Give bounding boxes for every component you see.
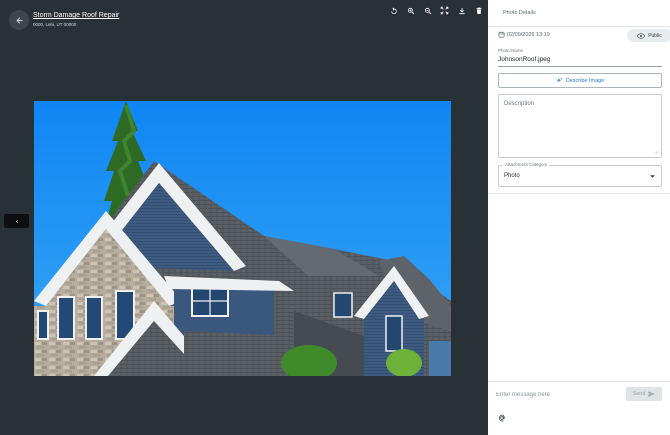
mention-button[interactable] — [497, 413, 507, 423]
describe-image-button[interactable]: Describe Image — [498, 73, 662, 88]
zoom-in-icon — [407, 7, 414, 14]
download-icon — [458, 7, 465, 14]
attachment-category-label: Attachment Category — [503, 162, 550, 167]
description-box — [498, 94, 662, 158]
zoom-out-button[interactable] — [421, 4, 434, 17]
rotate-icon — [390, 6, 397, 14]
back-button[interactable] — [9, 10, 29, 30]
photo-date: 02/09/2026 13:19 — [507, 32, 550, 38]
photo-name-label: Photo Name — [498, 48, 524, 53]
eye-icon — [637, 32, 646, 39]
attachment-category-select[interactable]: Attachment Category Photo — [498, 162, 662, 187]
rotate-button[interactable] — [387, 4, 400, 17]
house-photo — [34, 101, 451, 376]
attachment-category-value: Photo — [504, 173, 520, 179]
zoom-in-button[interactable] — [404, 4, 417, 17]
fit-screen-button[interactable] — [438, 4, 451, 17]
resize-grip-icon[interactable] — [654, 150, 658, 154]
visibility-toggle[interactable]: Public — [627, 29, 670, 42]
panel-divider — [488, 193, 670, 194]
send-label: Send — [632, 391, 646, 397]
fit-screen-icon — [440, 6, 449, 15]
caret-down-icon — [650, 175, 655, 178]
delete-button[interactable] — [472, 4, 485, 17]
send-icon — [648, 391, 656, 397]
zoom-out-icon — [424, 7, 431, 14]
calendar-icon — [498, 31, 505, 38]
description-input[interactable] — [499, 95, 661, 157]
download-button[interactable] — [455, 4, 468, 17]
describe-image-label: Describe Image — [565, 77, 605, 84]
date-row: 02/09/2026 13:19 Public — [498, 29, 670, 43]
photo-viewer: Storm Damage Roof Repair 0000, Lehi, UT … — [0, 0, 488, 435]
chevron-left-icon — [15, 219, 18, 223]
image-toolbar — [387, 4, 485, 17]
photo-details-panel: Photo Details 02/09/2026 13:19 Public Ph… — [488, 0, 670, 435]
previous-photo-button[interactable] — [4, 214, 29, 228]
panel-title: Photo Details — [503, 10, 536, 16]
message-input[interactable] — [496, 389, 621, 401]
project-address: 0000, Lehi, UT 00000 — [33, 22, 77, 27]
sparkle-icon — [556, 77, 563, 83]
send-button[interactable]: Send — [626, 387, 662, 401]
panel-header: Photo Details — [488, 0, 670, 27]
at-sign-icon — [498, 414, 505, 422]
photo-name-field[interactable]: JohnsonRoof.jpeg — [498, 54, 662, 67]
delete-icon — [475, 7, 482, 14]
arrow-left-icon — [16, 17, 22, 23]
message-composer: Send — [488, 381, 670, 435]
visibility-label: Public — [648, 32, 662, 39]
project-title-link[interactable]: Storm Damage Roof Repair — [33, 12, 119, 19]
